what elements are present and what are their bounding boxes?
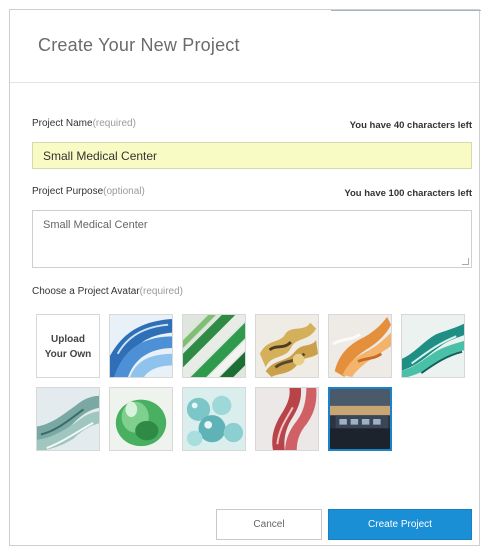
- avatar-qualifier: (required): [139, 286, 184, 297]
- red-twist-image: [256, 388, 318, 450]
- avatar-option-teal-ribbon[interactable]: [401, 314, 465, 378]
- avatar-option-blue-swirl[interactable]: [109, 314, 173, 378]
- upload-line-1: Upload: [51, 334, 85, 345]
- dialog-title: Create Your New Project: [38, 35, 240, 55]
- avatar-option-silver-waves[interactable]: [36, 387, 100, 451]
- project-name-label: Project Name(required): [32, 118, 136, 129]
- project-name-qualifier: (required): [92, 118, 136, 129]
- upload-line-2: Your Own: [44, 349, 92, 360]
- project-name-input[interactable]: Small Medical Center: [32, 142, 472, 169]
- project-purpose-textarea[interactable]: Small Medical Center: [32, 210, 472, 268]
- project-purpose-qualifier: (optional): [103, 186, 145, 197]
- aqua-bubbles-image: [183, 388, 245, 450]
- green-glass-image: [110, 388, 172, 450]
- building-photo-image: [330, 389, 390, 449]
- avatar-label: Choose a Project Avatar(required): [32, 286, 184, 297]
- teal-ribbon-image: [402, 315, 464, 377]
- create-project-dialog: Create Your New Project Project Name(req…: [9, 9, 481, 546]
- avatar-option-aqua-bubbles[interactable]: [182, 387, 246, 451]
- gold-shapes-image: [256, 315, 318, 377]
- project-name-label-row: Project Name(required) You have 40 chara…: [32, 118, 472, 132]
- orange-glass-image: [329, 315, 391, 377]
- avatar-option-orange-glass[interactable]: [328, 314, 392, 378]
- project-purpose-label: Project Purpose(optional): [32, 186, 145, 197]
- avatar-option-gold-shapes[interactable]: [255, 314, 319, 378]
- avatar-option-green-stripes[interactable]: [182, 314, 246, 378]
- avatar-option-green-glass[interactable]: [109, 387, 173, 451]
- upload-avatar-button[interactable]: Upload Your Own: [36, 314, 100, 378]
- silver-waves-image: [37, 388, 99, 450]
- avatar-option-building-photo-selected[interactable]: [328, 387, 392, 451]
- project-purpose-text: Small Medical Center: [43, 219, 148, 231]
- project-purpose-char-counter: You have 100 characters left: [344, 188, 472, 199]
- dialog-header: Create Your New Project: [10, 10, 479, 83]
- textarea-resize-grip[interactable]: [462, 258, 469, 265]
- green-stripes-image: [183, 315, 245, 377]
- create-project-button[interactable]: Create Project: [328, 509, 472, 540]
- project-name-char-counter: You have 40 characters left: [349, 120, 472, 131]
- blue-swirl-image: [110, 315, 172, 377]
- cancel-button[interactable]: Cancel: [216, 509, 322, 540]
- avatar-option-red-twist[interactable]: [255, 387, 319, 451]
- project-purpose-label-row: Project Purpose(optional) You have 100 c…: [32, 186, 472, 200]
